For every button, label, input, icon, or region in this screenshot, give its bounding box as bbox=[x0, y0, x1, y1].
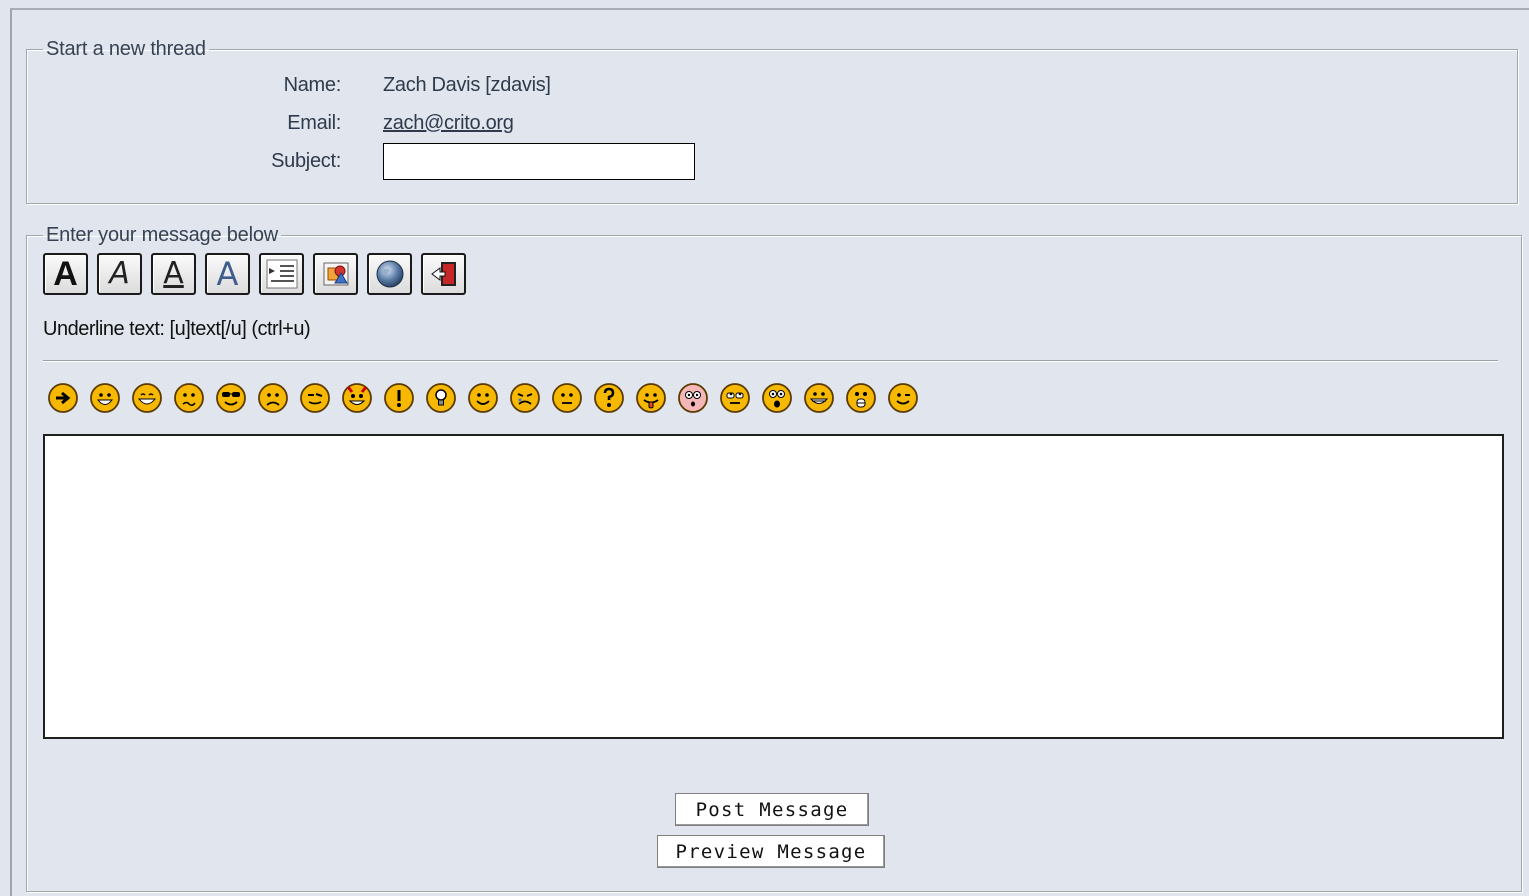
email-label: Email: bbox=[287, 112, 341, 134]
link-button[interactable] bbox=[367, 253, 412, 295]
italic-button[interactable]: A bbox=[97, 253, 142, 295]
smiley-razz-icon[interactable] bbox=[635, 382, 667, 414]
underline-button[interactable]: A bbox=[151, 253, 196, 295]
exit-button[interactable] bbox=[421, 253, 466, 295]
color-text-icon: A bbox=[216, 255, 239, 293]
email-link[interactable]: zach@crito.org bbox=[383, 112, 514, 134]
italic-icon: A bbox=[109, 256, 130, 291]
divider bbox=[43, 360, 1498, 362]
smiley-confused-icon[interactable] bbox=[173, 382, 205, 414]
smiley-rolleyes-icon[interactable] bbox=[719, 382, 751, 414]
smiley-arrow-icon[interactable] bbox=[47, 382, 79, 414]
message-textarea[interactable] bbox=[43, 434, 1504, 739]
globe-icon bbox=[376, 260, 403, 288]
smilies-row bbox=[47, 382, 919, 414]
smiley-cry-icon[interactable] bbox=[509, 382, 541, 414]
subject-label: Subject: bbox=[271, 150, 341, 172]
smiley-sad-icon[interactable] bbox=[257, 382, 289, 414]
smiley-evil-icon[interactable] bbox=[341, 382, 373, 414]
smiley-wink-icon[interactable] bbox=[887, 382, 919, 414]
indent-icon bbox=[266, 259, 297, 289]
exit-door-icon bbox=[430, 262, 456, 286]
smiley-eek-icon[interactable] bbox=[845, 382, 877, 414]
smiley-biggrin-icon[interactable] bbox=[89, 382, 121, 414]
smiley-exclaim-icon[interactable] bbox=[383, 382, 415, 414]
smiley-cool-icon[interactable] bbox=[215, 382, 247, 414]
underline-icon: A bbox=[163, 256, 184, 291]
smiley-grin-icon[interactable] bbox=[131, 382, 163, 414]
message-legend: Enter your message below bbox=[46, 224, 278, 246]
color-button[interactable]: A bbox=[205, 253, 250, 295]
smiley-neutral-icon[interactable] bbox=[551, 382, 583, 414]
smiley-happy-icon[interactable] bbox=[803, 382, 835, 414]
preview-message-button[interactable]: Preview Message bbox=[657, 835, 885, 868]
subject-input[interactable] bbox=[383, 143, 695, 180]
smiley-surprised-icon[interactable] bbox=[761, 382, 793, 414]
smiley-idea-icon[interactable] bbox=[425, 382, 457, 414]
smiley-smile-icon[interactable] bbox=[467, 382, 499, 414]
smiley-redface-icon[interactable] bbox=[677, 382, 709, 414]
name-label: Name: bbox=[283, 74, 342, 96]
format-toolbar: A A A A bbox=[43, 253, 466, 295]
image-button[interactable] bbox=[313, 253, 358, 295]
bold-button[interactable]: A bbox=[43, 253, 88, 295]
name-value: Zach Davis [zdavis] bbox=[383, 74, 551, 96]
post-message-button[interactable]: Post Message bbox=[675, 793, 869, 826]
start-thread-legend: Start a new thread bbox=[46, 38, 206, 60]
help-line: Underline text: [u]text[/u] (ctrl+u) bbox=[43, 318, 311, 340]
indent-button[interactable] bbox=[259, 253, 304, 295]
smiley-question-icon[interactable] bbox=[593, 382, 625, 414]
image-icon bbox=[323, 262, 348, 286]
bold-icon: A bbox=[53, 255, 78, 293]
smiley-wink-eye-icon[interactable] bbox=[299, 382, 331, 414]
